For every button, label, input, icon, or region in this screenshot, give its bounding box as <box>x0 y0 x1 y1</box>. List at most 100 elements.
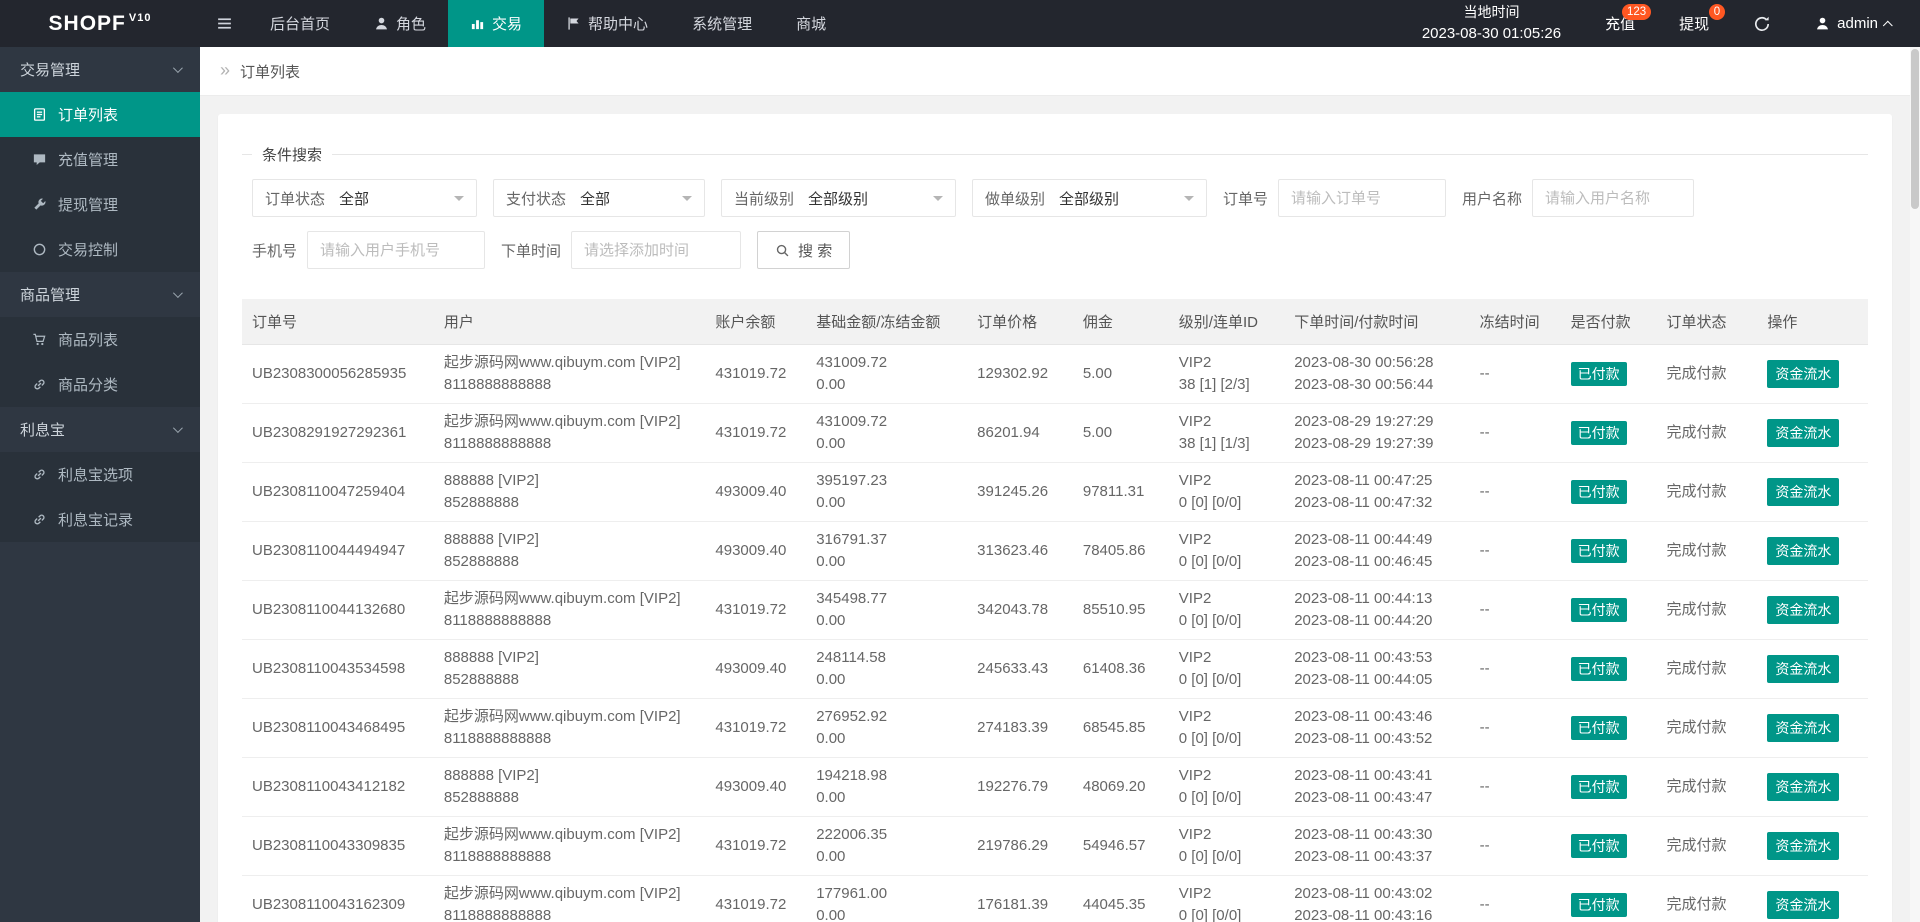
cell-status: 完成付款 <box>1666 542 1727 559</box>
filter-label: 手机号 <box>252 242 298 260</box>
content: 条件搜索 订单状态全部支付状态全部当前级别全部级别做单级别全部级别订单号用户名称… <box>200 96 1920 922</box>
sidebar-group-2[interactable]: 利息宝 <box>0 407 200 452</box>
filter-select-3[interactable]: 做单级别 全部级别 <box>972 179 1207 217</box>
fund-flow-button[interactable]: 资金流水 <box>1767 891 1840 919</box>
fund-flow-button[interactable]: 资金流水 <box>1767 773 1840 801</box>
fund-flow-button[interactable]: 资金流水 <box>1767 537 1840 565</box>
fund-flow-button[interactable]: 资金流水 <box>1767 360 1840 388</box>
sidebar-item-0-3[interactable]: 交易控制 <box>0 227 200 272</box>
top-navbar: SHOPF V10 后台首页 角色 交易 帮助中心 系统管理 商城 当地时间 2023-0… <box>0 0 1920 47</box>
topnav-item-label: 后台首页 <box>270 16 331 33</box>
chevron-down-icon <box>172 63 183 74</box>
filter-input-7[interactable] <box>571 231 742 269</box>
user-menu[interactable]: admin <box>1815 15 1893 32</box>
cell-commission: 97811.31 <box>1082 483 1145 500</box>
filter-select-2[interactable]: 当前级别 全部级别 <box>721 179 956 217</box>
cell-level-line2: 0 [0] [0/0] <box>1178 671 1242 688</box>
filter-select-value: 全部 <box>339 190 370 208</box>
cell-order: UB2308110044494947 <box>252 542 406 559</box>
filter-input-4[interactable] <box>1278 179 1447 217</box>
column-header-3: 基础金额/冻结金额 <box>806 299 968 345</box>
sidebar-group-1[interactable]: 商品管理 <box>0 272 200 317</box>
topnav-item-5[interactable]: 商城 <box>774 0 848 47</box>
cell-time-line2: 2023-08-11 00:44:20 <box>1294 612 1433 629</box>
cell-user-line1: 888888 [VIP2] <box>443 649 539 666</box>
chevron-down-icon <box>454 196 464 206</box>
topnav-item-3[interactable]: 帮助中心 <box>544 0 670 47</box>
chevron-down-icon <box>933 196 943 206</box>
link-icon <box>32 377 47 392</box>
cell-user-line1: 888888 [VIP2] <box>443 767 539 784</box>
chevron-down-icon <box>1184 196 1194 206</box>
filter-input-6[interactable] <box>307 231 486 269</box>
filter-label: 下单时间 <box>501 242 562 260</box>
cell-balance: 493009.40 <box>715 483 787 500</box>
fund-flow-button[interactable]: 资金流水 <box>1767 832 1840 860</box>
chart-icon <box>470 16 485 31</box>
sidebar-item-1-0[interactable]: 商品列表 <box>0 317 200 362</box>
breadcrumb-sep-icon: » <box>220 60 231 80</box>
fund-flow-button[interactable]: 资金流水 <box>1767 419 1840 447</box>
cell-frozen: -- <box>1479 601 1490 618</box>
topnav-item-1[interactable]: 角色 <box>352 0 448 47</box>
table-row: UB2308110043162309 起步源码网www.qibuym.com [V… <box>242 875 1868 922</box>
sidebar-item-1-1[interactable]: 商品分类 <box>0 362 200 407</box>
sidebar-item-2-1[interactable]: 利息宝记录 <box>0 497 200 542</box>
cell-order: UB2308110044132680 <box>252 601 406 618</box>
sidebar-item-0-2[interactable]: 提现管理 <box>0 182 200 227</box>
table-row: UB2308110043534598 888888 [VIP2] 852888888… <box>242 639 1868 699</box>
recharge-menu[interactable]: 充值 123 <box>1605 0 1652 47</box>
cell-time-line1: 2023-08-30 00:56:28 <box>1294 354 1434 371</box>
column-header-1: 用户 <box>433 299 706 345</box>
vertical-scrollbar[interactable] <box>1910 47 1920 922</box>
cell-price: 219786.29 <box>977 837 1049 854</box>
breadcrumb: » 订单列表 <box>200 47 1920 96</box>
cell-order: UB2308300056285935 <box>252 365 407 382</box>
sidebar-group-label: 利息宝 <box>20 422 66 439</box>
refresh-icon[interactable] <box>1753 15 1771 33</box>
sidebar-item-0-0[interactable]: 订单列表 <box>0 92 200 137</box>
cell-base-line1: 431009.72 <box>816 413 888 430</box>
sidebar-item-2-0[interactable]: 利息宝选项 <box>0 452 200 497</box>
fund-flow-button[interactable]: 资金流水 <box>1767 596 1840 624</box>
cell-level-line2: 0 [0] [0/0] <box>1178 848 1242 865</box>
cell-base-line2: 0.00 <box>816 730 846 747</box>
cell-user-line1: 起步源码网www.qibuym.com [VIP2] <box>443 590 681 607</box>
topnav-item-2[interactable]: 交易 <box>448 0 545 47</box>
column-header-0: 订单号 <box>242 299 434 345</box>
sidebar-item-0-1[interactable]: 充值管理 <box>0 137 200 182</box>
fund-flow-button[interactable]: 资金流水 <box>1767 655 1840 683</box>
sidebar-group-0[interactable]: 交易管理 <box>0 47 200 92</box>
cell-status: 完成付款 <box>1666 601 1727 618</box>
cell-commission: 48069.20 <box>1082 778 1146 795</box>
cell-time-line2: 2023-08-11 00:43:47 <box>1294 789 1433 806</box>
filter-select-1[interactable]: 支付状态 全部 <box>493 179 705 217</box>
cell-user-line2: 852888888 <box>443 671 519 688</box>
fund-flow-button[interactable]: 资金流水 <box>1767 478 1840 506</box>
cell-order: UB2308110043309835 <box>252 837 406 854</box>
cell-order: UB2308110043468495 <box>252 719 406 736</box>
column-header-6: 级别/连单ID <box>1168 299 1285 345</box>
scrollbar-thumb[interactable] <box>1911 49 1919 209</box>
chevron-down-icon <box>172 423 183 434</box>
filter-input-5[interactable] <box>1532 179 1695 217</box>
local-time: 当地时间 2023-08-30 01:05:26 <box>1422 3 1561 44</box>
column-header-2: 账户余额 <box>705 299 807 345</box>
chevron-up-icon <box>1882 20 1893 31</box>
topnav-item-4[interactable]: 系统管理 <box>670 0 774 47</box>
fund-flow-button[interactable]: 资金流水 <box>1767 714 1840 742</box>
filter-label: 订单号 <box>1223 190 1269 208</box>
paid-status-badge: 已付款 <box>1570 362 1627 386</box>
comment-icon <box>32 152 47 167</box>
filter-select-0[interactable]: 订单状态 全部 <box>252 179 477 217</box>
topnav-item-0[interactable]: 后台首页 <box>248 0 352 47</box>
menu-toggle-icon[interactable] <box>200 0 248 47</box>
cell-balance: 431019.72 <box>715 365 787 382</box>
cell-order: UB2308110043534598 <box>252 660 406 677</box>
cell-price: 313623.46 <box>977 542 1049 559</box>
cell-base-line1: 395197.23 <box>816 472 888 489</box>
search-button[interactable]: 搜 索 <box>757 231 851 269</box>
filter-select-value: 全部 <box>580 190 611 208</box>
cell-user-line2: 8118888888888 <box>443 848 552 865</box>
withdraw-menu[interactable]: 提现 0 <box>1679 0 1726 47</box>
